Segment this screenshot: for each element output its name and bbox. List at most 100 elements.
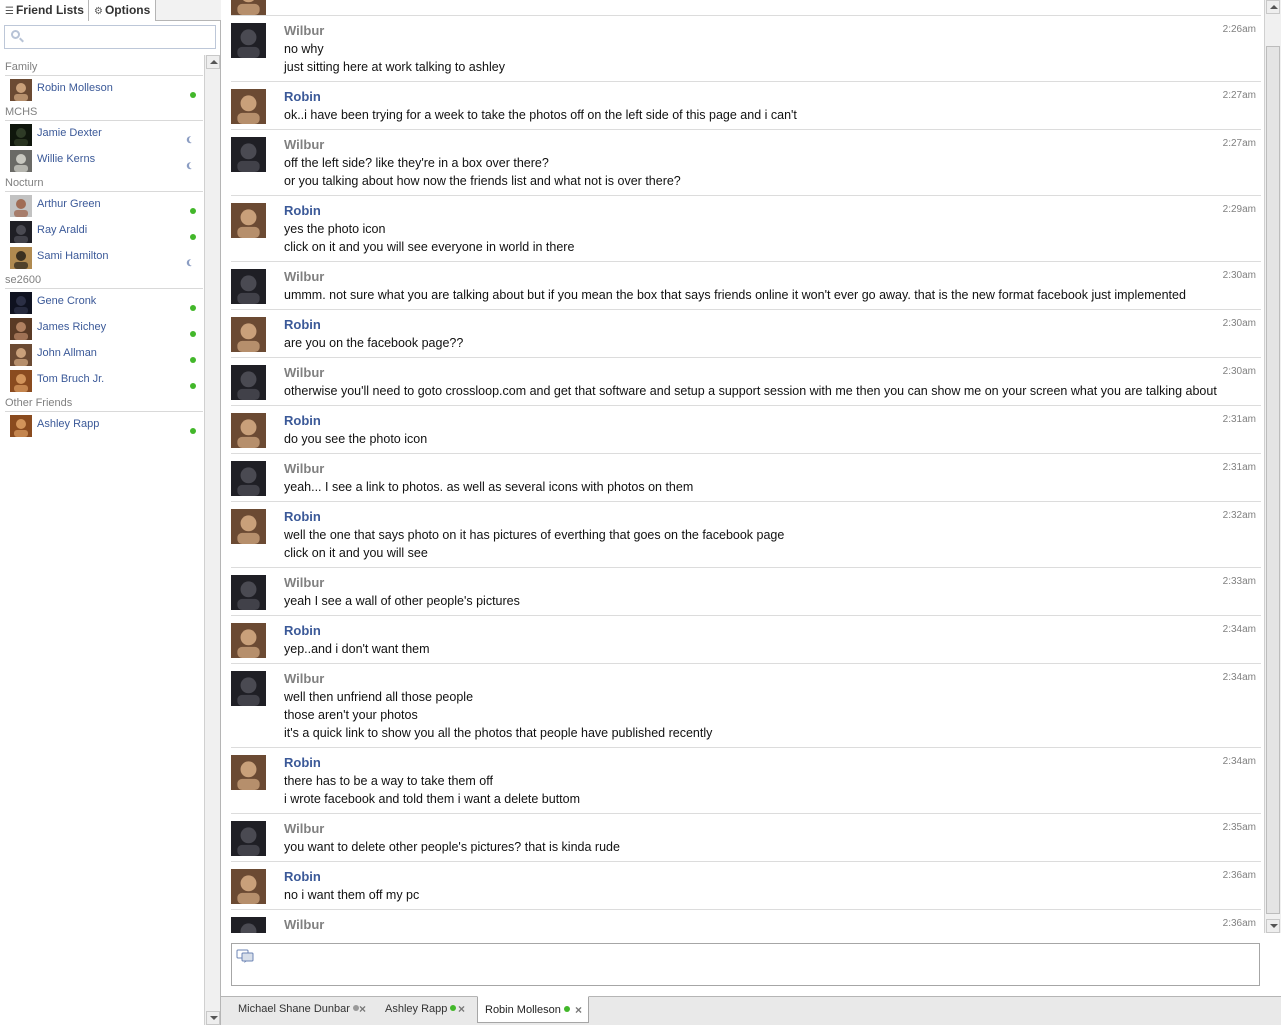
- message-block: Robin 2:27am ok..i have been trying for a …: [231, 82, 1261, 130]
- sender-name[interactable]: Robin: [284, 755, 1255, 772]
- friend-name: Gene Cronk: [37, 295, 97, 307]
- chat-scroll-thumb[interactable]: [1266, 46, 1280, 914]
- chat-tab[interactable]: Ashley Rapp ×: [378, 996, 473, 1023]
- chat-tab[interactable]: Robin Molleson ×: [477, 996, 589, 1023]
- message-line: click on it and you will see: [284, 546, 428, 560]
- message-timestamp: 2:36am: [1222, 870, 1256, 881]
- tab-friend-lists[interactable]: ☰ Friend Lists: [0, 0, 89, 21]
- sidebar-scrollbar[interactable]: [204, 55, 220, 1025]
- message-line: ummm. not sure what you are talking abou…: [284, 288, 1186, 302]
- friend-item[interactable]: James Richey: [0, 316, 204, 342]
- group-label: Other Friends: [5, 397, 73, 409]
- online-dot-icon: [563, 1006, 570, 1012]
- message-timestamp: 2:34am: [1222, 756, 1256, 767]
- chat-scrollbar[interactable]: [1264, 0, 1281, 933]
- message-line: no i want them off my pc: [284, 888, 420, 902]
- close-icon[interactable]: ×: [575, 997, 582, 1023]
- sender-avatar: [231, 821, 266, 856]
- message-timestamp: 2:31am: [1222, 462, 1256, 473]
- sender-name[interactable]: Robin: [284, 869, 1255, 886]
- friend-search-input[interactable]: [27, 28, 212, 46]
- sender-name[interactable]: Robin: [284, 317, 1255, 334]
- list-icon: ☰: [5, 6, 14, 17]
- friend-name: Robin Molleson: [37, 82, 113, 94]
- message-composer[interactable]: [231, 943, 1260, 986]
- sender-name[interactable]: Wilbur: [284, 137, 1255, 154]
- friend-item[interactable]: Ashley Rapp: [0, 413, 204, 439]
- friend-item[interactable]: Ray Araldi: [0, 219, 204, 245]
- message-timestamp: 2:27am: [1222, 138, 1256, 149]
- scroll-up-button[interactable]: [206, 55, 220, 69]
- friend-name: Sami Hamilton: [37, 250, 109, 262]
- sender-name[interactable]: Wilbur: [284, 23, 1255, 40]
- chat-scroll-down-button[interactable]: [1266, 919, 1280, 933]
- friend-item[interactable]: Tom Bruch Jr.: [0, 368, 204, 394]
- tab-options[interactable]: ⚙ Options: [89, 0, 156, 21]
- idle-moon-icon: [188, 135, 197, 144]
- message-timestamp: 2:34am: [1222, 624, 1256, 635]
- sender-name[interactable]: Wilbur: [284, 269, 1255, 286]
- message-line: ok..i have been trying for a week to tak…: [284, 108, 797, 122]
- friend-item[interactable]: Jamie Dexter: [0, 122, 204, 148]
- chat-scroll-up-button[interactable]: [1266, 0, 1280, 14]
- sender-name[interactable]: Wilbur: [284, 671, 1255, 688]
- friend-search-box: [4, 25, 216, 49]
- sender-avatar: [231, 575, 266, 610]
- online-dot-icon: [190, 234, 196, 240]
- status-idle: [189, 255, 196, 269]
- friend-item[interactable]: Robin Molleson: [0, 77, 204, 103]
- message-line: or you talking about how now the friends…: [284, 174, 681, 188]
- avatar-image: [231, 0, 266, 15]
- avatar: [10, 150, 32, 172]
- avatar-image: [10, 344, 32, 366]
- message-line: those aren't your photos: [284, 708, 418, 722]
- sender-name[interactable]: Robin: [284, 203, 1255, 220]
- sender-avatar: [231, 0, 266, 15]
- friend-item[interactable]: John Allman: [0, 342, 204, 368]
- sender-name[interactable]: Wilbur: [284, 821, 1255, 838]
- scroll-down-button[interactable]: [206, 1011, 220, 1025]
- chat-tab[interactable]: Michael Shane Dunbar ×: [231, 996, 374, 1023]
- avatar-image: [10, 415, 32, 437]
- avatar-image: [231, 317, 266, 352]
- avatar: [10, 247, 32, 269]
- group-label: Family: [5, 61, 38, 73]
- friend-item[interactable]: Willie Kerns: [0, 148, 204, 174]
- sender-avatar: [231, 203, 266, 238]
- message-line: click on it and you will see everyone in…: [284, 240, 575, 254]
- message-block: Robin 2:34am there has to be a way to take…: [231, 748, 1261, 814]
- avatar-image: [10, 195, 32, 217]
- sender-name[interactable]: Wilbur: [284, 917, 1255, 933]
- close-icon[interactable]: ×: [359, 996, 366, 1022]
- sender-name[interactable]: Wilbur: [284, 461, 1255, 478]
- idle-moon-icon: [188, 258, 197, 267]
- friend-item[interactable]: Arthur Green: [0, 193, 204, 219]
- sender-name[interactable]: Wilbur: [284, 575, 1255, 592]
- close-icon[interactable]: ×: [458, 996, 465, 1022]
- sender-name[interactable]: Robin: [284, 509, 1255, 526]
- message-line: there has to be a way to take them off: [284, 774, 493, 788]
- avatar-image: [231, 461, 266, 496]
- sender-name[interactable]: Robin: [284, 623, 1255, 640]
- sender-name[interactable]: Wilbur: [284, 365, 1255, 382]
- online-dot-icon: [190, 208, 196, 214]
- friend-item[interactable]: Gene Cronk: [0, 290, 204, 316]
- arrow-up-icon: [1270, 5, 1278, 9]
- friend-item[interactable]: Sami Hamilton: [0, 245, 204, 271]
- sender-avatar: [231, 365, 266, 400]
- message-line: just sitting here at work talking to ash…: [284, 60, 505, 74]
- avatar-image: [231, 671, 266, 706]
- tab-friend-lists-label: Friend Lists: [15, 3, 84, 17]
- avatar-image: [231, 365, 266, 400]
- sender-name[interactable]: Robin: [284, 413, 1255, 430]
- friend-name: Arthur Green: [37, 198, 101, 210]
- status-idle: [189, 158, 196, 172]
- message-block: Wilbur 2:26am no why just sitting here at w…: [231, 16, 1261, 82]
- sender-name[interactable]: Robin: [284, 89, 1255, 106]
- sender-avatar: [231, 755, 266, 790]
- status-online: [190, 326, 196, 340]
- message-block: Wilbur 2:33am yeah I see a wall of other p…: [231, 568, 1261, 616]
- avatar-image: [10, 124, 32, 146]
- message-block: are you busy ???: [231, 0, 1261, 16]
- message-timestamp: 2:31am: [1222, 414, 1256, 425]
